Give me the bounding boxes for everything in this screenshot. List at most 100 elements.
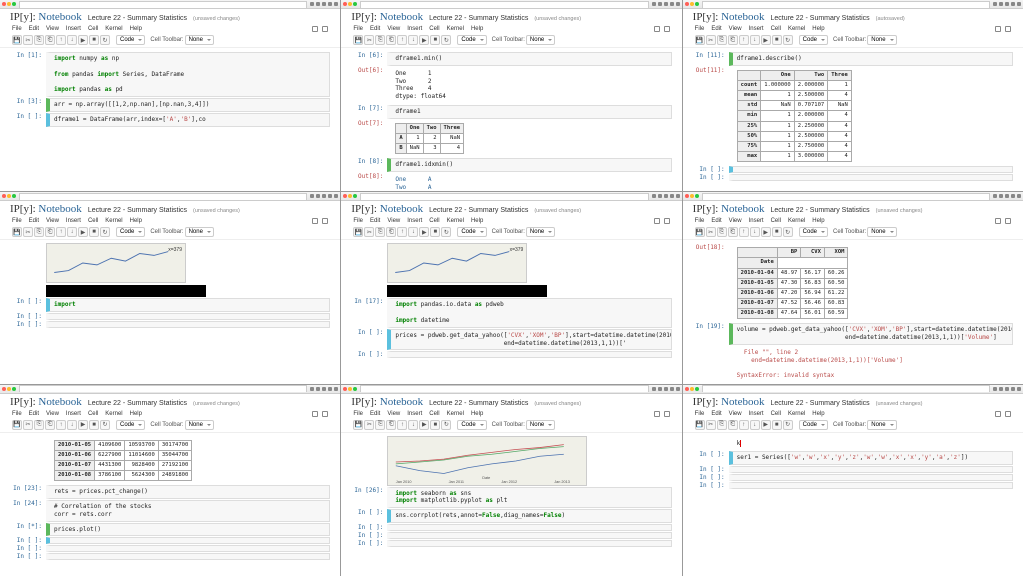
cell-body[interactable]: dframe1.describe() bbox=[729, 52, 1013, 66]
toolbar-btn-3[interactable]: ⎗ bbox=[728, 35, 738, 45]
celltoolbar-select[interactable]: None bbox=[526, 35, 555, 45]
toolbar-btn-4[interactable]: ↑ bbox=[397, 35, 407, 45]
cell-body[interactable]: import seaborn as sns import matplotlib.… bbox=[387, 487, 671, 509]
celltype-select[interactable]: Code bbox=[799, 35, 828, 45]
toolbar-btn-8[interactable]: ↻ bbox=[783, 227, 793, 237]
menu-kernel[interactable]: Kernel bbox=[788, 218, 805, 224]
toolbar-btn-3[interactable]: ⎗ bbox=[45, 420, 55, 430]
celltoolbar-select[interactable]: None bbox=[185, 227, 214, 237]
toolbar-btn-6[interactable]: ▶ bbox=[78, 420, 88, 430]
toolbar-btn-1[interactable]: ✂ bbox=[23, 420, 33, 430]
toolbar-btn-7[interactable]: ■ bbox=[772, 227, 782, 237]
menu-insert[interactable]: Insert bbox=[66, 26, 81, 32]
toolbar-btn-5[interactable]: ↓ bbox=[750, 420, 760, 430]
notebook-cell[interactable]: In [3]: arr = np.array([[1,2,np.nan],[np… bbox=[10, 98, 330, 112]
notebook-title[interactable]: Lecture 22 - Summary Statistics bbox=[429, 400, 528, 407]
window-close-icon[interactable] bbox=[2, 2, 6, 6]
toolbar-btn-4[interactable]: ↑ bbox=[56, 35, 66, 45]
cell-body[interactable] bbox=[729, 166, 1013, 173]
notebook-cell[interactable]: In [ ]: bbox=[351, 532, 671, 539]
toolbar-btn-6[interactable]: ▶ bbox=[78, 35, 88, 45]
menu-view[interactable]: View bbox=[729, 26, 742, 32]
menu-help[interactable]: Help bbox=[130, 411, 142, 417]
toolbar-btn-0[interactable]: 💾 bbox=[353, 420, 363, 430]
notebook-cell[interactable]: In [ ]: import bbox=[10, 298, 330, 312]
toolbar-btn-0[interactable]: 💾 bbox=[353, 35, 363, 45]
toolbar-btn-0[interactable]: 💾 bbox=[695, 227, 705, 237]
menu-cell[interactable]: Cell bbox=[771, 26, 781, 32]
notebook-cell[interactable]: In [19]: volume = pdweb.get_data_yahoo([… bbox=[693, 323, 1013, 345]
toolbar-btn-5[interactable]: ↓ bbox=[67, 227, 77, 237]
menu-cell[interactable]: Cell bbox=[429, 411, 439, 417]
menu-edit[interactable]: Edit bbox=[711, 411, 721, 417]
cell-body[interactable] bbox=[46, 545, 330, 552]
toolbar-btn-0[interactable]: 💾 bbox=[12, 227, 22, 237]
menu-cell[interactable]: Cell bbox=[88, 411, 98, 417]
celltoolbar-select[interactable]: None bbox=[867, 420, 896, 430]
edit-icon[interactable] bbox=[995, 26, 1001, 32]
menu-file[interactable]: File bbox=[695, 26, 705, 32]
menu-insert[interactable]: Insert bbox=[749, 218, 764, 224]
cell-body[interactable]: arr = np.array([[1,2,np.nan],[np.nan,3,4… bbox=[46, 98, 330, 112]
menu-kernel[interactable]: Kernel bbox=[788, 26, 805, 32]
cell-body[interactable] bbox=[46, 553, 330, 560]
menu-view[interactable]: View bbox=[387, 411, 400, 417]
menu-edit[interactable]: Edit bbox=[370, 26, 380, 32]
toolbar-btn-8[interactable]: ↻ bbox=[100, 35, 110, 45]
toolbar-btn-1[interactable]: ✂ bbox=[706, 35, 716, 45]
cell-body[interactable] bbox=[46, 537, 330, 544]
notebook-cell[interactable]: In [*]: prices.plot() bbox=[10, 523, 330, 537]
notebook-cell[interactable]: In [7]: dframe1 bbox=[351, 105, 671, 119]
menu-help[interactable]: Help bbox=[471, 411, 483, 417]
menu-edit[interactable]: Edit bbox=[711, 26, 721, 32]
notebook-title[interactable]: Lecture 22 - Summary Statistics bbox=[88, 400, 187, 407]
toolbar-btn-0[interactable]: 💾 bbox=[12, 420, 22, 430]
celltype-select[interactable]: Code bbox=[457, 35, 486, 45]
toolbar-btn-5[interactable]: ↓ bbox=[750, 227, 760, 237]
cell-body[interactable] bbox=[387, 351, 671, 358]
celltype-select[interactable]: Code bbox=[799, 420, 828, 430]
notebook-title[interactable]: Lecture 22 - Summary Statistics bbox=[770, 207, 869, 214]
celltoolbar-select[interactable]: None bbox=[185, 35, 214, 45]
notebook-cell[interactable]: 2010-01-05410960010593700301747002010-01… bbox=[10, 437, 330, 485]
celltoolbar-select[interactable]: None bbox=[867, 35, 896, 45]
window-min-icon[interactable] bbox=[348, 387, 352, 391]
menu-insert[interactable]: Insert bbox=[66, 411, 81, 417]
notebook-title[interactable]: Lecture 22 - Summary Statistics bbox=[770, 15, 869, 22]
window-close-icon[interactable] bbox=[685, 387, 689, 391]
menu-cell[interactable]: Cell bbox=[88, 26, 98, 32]
edit-icon[interactable] bbox=[654, 218, 660, 224]
window-max-icon[interactable] bbox=[12, 387, 16, 391]
edit-icon[interactable] bbox=[312, 218, 318, 224]
toolbar-btn-1[interactable]: ✂ bbox=[23, 35, 33, 45]
notebook-cell[interactable]: In [ ]: bbox=[351, 524, 671, 531]
window-max-icon[interactable] bbox=[12, 2, 16, 6]
menu-kernel[interactable]: Kernel bbox=[105, 26, 122, 32]
cell-body[interactable]: rets = prices.pct_change() bbox=[46, 485, 330, 499]
notebook-cell[interactable]: In [ ]: bbox=[10, 553, 330, 560]
cell-body[interactable] bbox=[46, 313, 330, 320]
notebook-cell[interactable]: In [ ]: bbox=[351, 351, 671, 358]
menu-file[interactable]: File bbox=[12, 26, 22, 32]
window-max-icon[interactable] bbox=[695, 387, 699, 391]
window-min-icon[interactable] bbox=[348, 2, 352, 6]
cell-body[interactable]: ser1 = Series(['w','w','x','y','z','w','… bbox=[729, 451, 1013, 465]
toolbar-btn-2[interactable]: ⎘ bbox=[375, 227, 385, 237]
celltype-select[interactable]: Code bbox=[799, 227, 828, 237]
window-max-icon[interactable] bbox=[353, 194, 357, 198]
menu-cell[interactable]: Cell bbox=[771, 218, 781, 224]
notebook-cell[interactable]: In [ ]: sns.corrplot(rets,annot=False,di… bbox=[351, 509, 671, 523]
celltype-select[interactable]: Code bbox=[116, 35, 145, 45]
menu-edit[interactable]: Edit bbox=[29, 26, 39, 32]
window-close-icon[interactable] bbox=[343, 194, 347, 198]
window-min-icon[interactable] bbox=[348, 194, 352, 198]
menu-file[interactable]: File bbox=[353, 411, 363, 417]
toolbar-btn-6[interactable]: ▶ bbox=[419, 227, 429, 237]
toolbar-btn-2[interactable]: ⎘ bbox=[717, 227, 727, 237]
menu-kernel[interactable]: Kernel bbox=[447, 411, 464, 417]
toolbar-btn-4[interactable]: ↑ bbox=[397, 227, 407, 237]
toolbar-btn-6[interactable]: ▶ bbox=[761, 35, 771, 45]
edit-icon[interactable] bbox=[654, 26, 660, 32]
toolbar-btn-2[interactable]: ⎘ bbox=[375, 420, 385, 430]
notebook-cell[interactable]: Out[8]: One A Two A Three B dtype: objec… bbox=[351, 173, 671, 191]
